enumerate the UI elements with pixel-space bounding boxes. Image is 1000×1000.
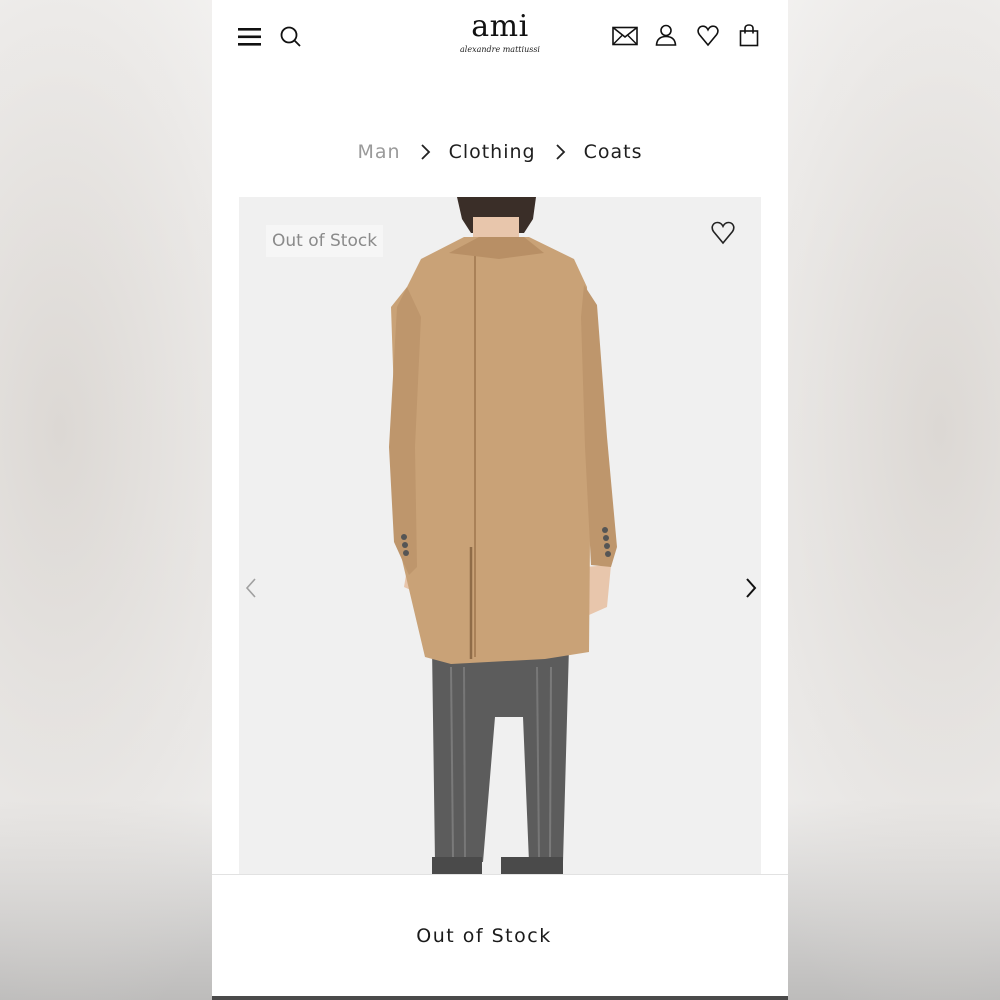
screen-bottom-edge bbox=[212, 996, 788, 1000]
wishlist-icon[interactable] bbox=[697, 25, 719, 47]
chevron-right-icon bbox=[555, 144, 565, 160]
chevron-right-icon bbox=[420, 144, 430, 160]
stock-status-bar: Out of Stock bbox=[212, 874, 788, 997]
breadcrumb-clothing[interactable]: Clothing bbox=[449, 141, 536, 163]
brand-subtitle: alexandre mattiussi bbox=[460, 45, 540, 54]
breadcrumb-man[interactable]: Man bbox=[357, 141, 400, 163]
search-icon[interactable] bbox=[279, 25, 303, 49]
chevron-right-icon[interactable] bbox=[745, 577, 757, 599]
breadcrumb: Man Clothing Coats bbox=[212, 138, 788, 166]
product-gallery[interactable]: Out of Stock bbox=[239, 197, 761, 877]
product-image bbox=[389, 197, 617, 877]
brand-logo[interactable]: ami alexandre mattiussi bbox=[450, 10, 550, 55]
breadcrumb-coats[interactable]: Coats bbox=[584, 141, 643, 163]
menu-icon[interactable] bbox=[238, 26, 262, 48]
heart-icon[interactable] bbox=[711, 221, 735, 245]
bag-icon[interactable] bbox=[739, 24, 759, 47]
out-of-stock-badge: Out of Stock bbox=[266, 225, 384, 257]
mail-icon[interactable] bbox=[612, 26, 638, 46]
chevron-left-icon[interactable] bbox=[245, 577, 257, 599]
account-icon[interactable] bbox=[655, 24, 677, 46]
phone-screen: ami alexandre mattiussi Man Clothing Coa… bbox=[212, 0, 788, 1000]
brand-name: ami bbox=[471, 9, 529, 44]
stock-status-label: Out of Stock bbox=[416, 925, 552, 947]
